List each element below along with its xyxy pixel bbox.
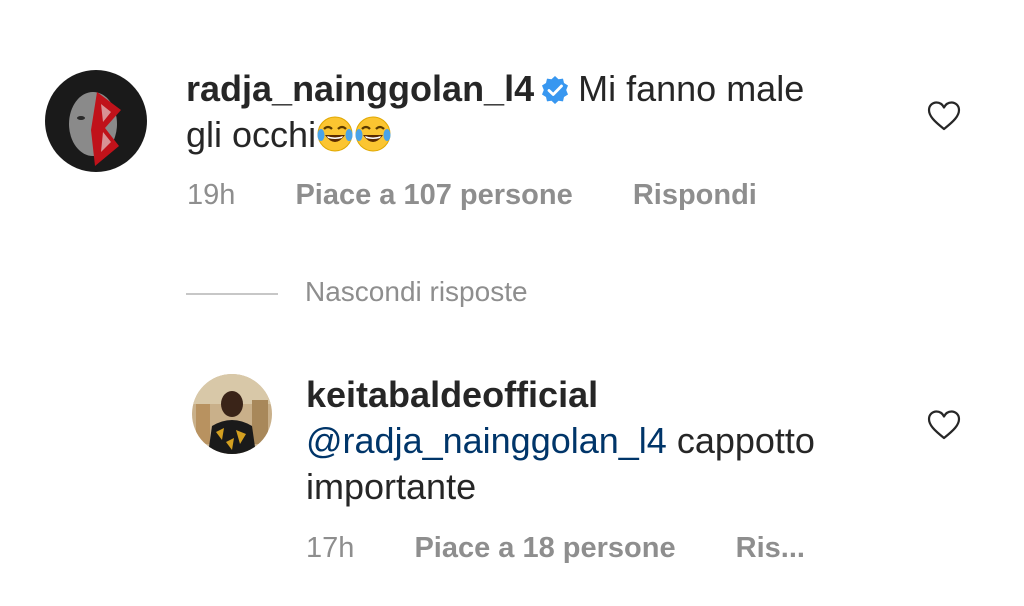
- comment-text-line2: gli occhi: [186, 114, 317, 155]
- reply-avatar-image: [192, 374, 272, 454]
- avatar-image: [45, 70, 147, 172]
- reply-text-line1: cappotto: [676, 420, 815, 461]
- tears-of-joy-emoji-icon: [316, 115, 354, 153]
- hide-replies-button[interactable]: Nascondi risposte: [305, 276, 528, 308]
- reply-meta: 17h Piace a 18 persone Ris...: [306, 532, 805, 565]
- comment-text-line1: Mi fanno male: [578, 68, 805, 109]
- comment-body: radja_nainggolan_l4 Mi fanno male gli occ…: [186, 66, 886, 158]
- comment-username[interactable]: radja_nainggolan_l4: [186, 68, 534, 109]
- toggle-divider: [186, 293, 278, 295]
- comment-likes-link[interactable]: Piace a 107 persone: [295, 179, 572, 211]
- comment-reply-button[interactable]: Rispondi: [633, 179, 757, 211]
- comment-meta: 19h Piace a 107 persone Rispondi: [187, 179, 757, 212]
- reply-body: keitabaldeofficial @radja_nainggolan_l4 …: [306, 372, 906, 510]
- reply-username[interactable]: keitabaldeofficial: [306, 374, 598, 415]
- like-heart-icon[interactable]: [927, 100, 961, 132]
- reply-likes-link[interactable]: Piace a 18 persone: [414, 532, 675, 564]
- tears-of-joy-emoji-icon: [354, 115, 392, 153]
- verified-badge-icon: [540, 75, 570, 105]
- reply-text-line2: importante: [306, 466, 477, 507]
- reply-reply-button[interactable]: Ris...: [736, 532, 805, 564]
- reply-avatar[interactable]: [192, 374, 272, 454]
- comment-timestamp: 19h: [187, 179, 236, 211]
- avatar[interactable]: [45, 70, 147, 172]
- reply-mention-link[interactable]: @radja_nainggolan_l4: [306, 420, 667, 461]
- reply-timestamp: 17h: [306, 532, 355, 564]
- reply-like-heart-icon[interactable]: [927, 409, 961, 441]
